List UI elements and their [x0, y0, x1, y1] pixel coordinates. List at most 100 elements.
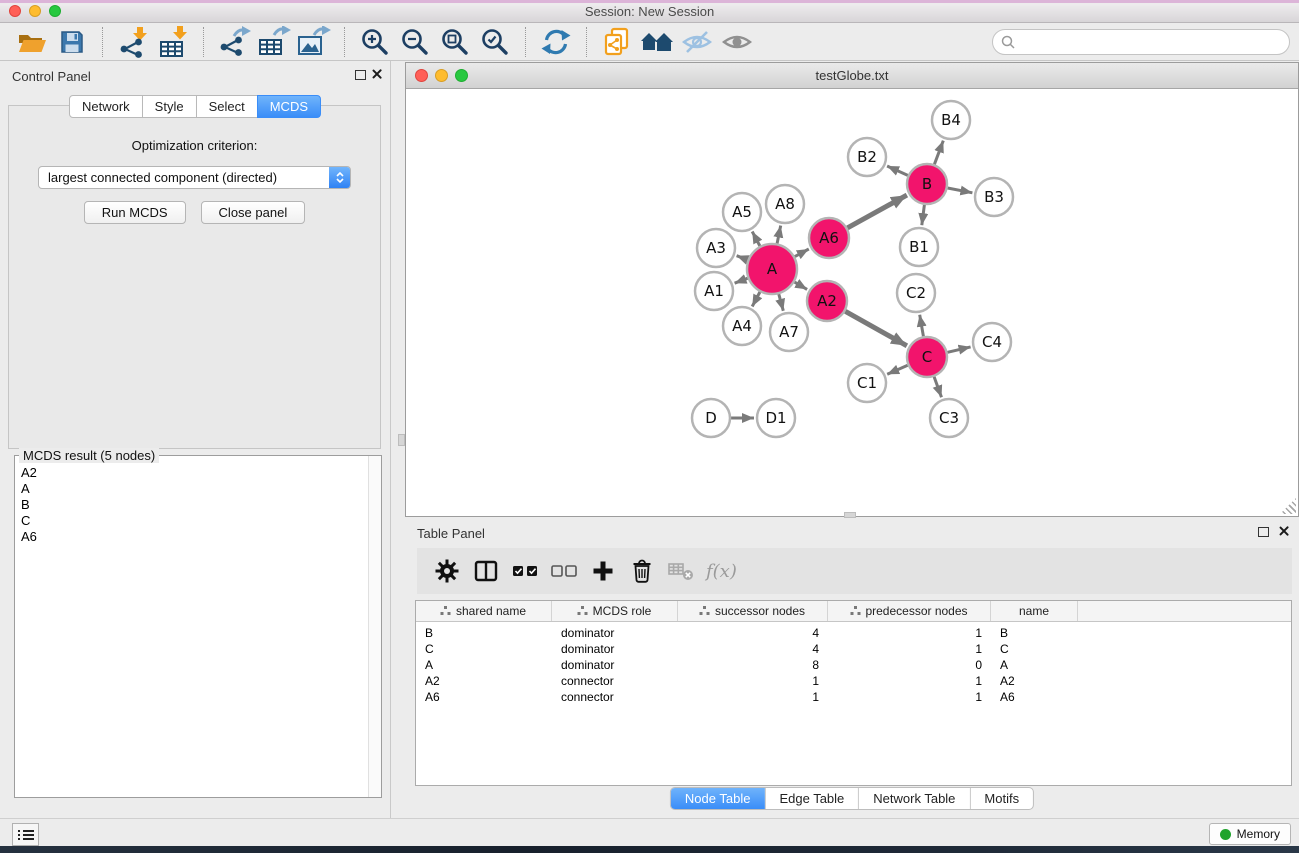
table-cell[interactable]: A2: [416, 673, 552, 689]
zoom-selected-icon[interactable]: [477, 25, 513, 59]
graph-node-C3[interactable]: C3: [930, 399, 968, 437]
graph-node-B2[interactable]: B2: [848, 138, 886, 176]
float-panel-icon[interactable]: [355, 70, 366, 80]
graph-node-C[interactable]: C: [907, 337, 947, 377]
table-cell[interactable]: 4: [678, 625, 828, 641]
zoom-fit-icon[interactable]: [437, 25, 473, 59]
table-cell[interactable]: 8: [678, 657, 828, 673]
graph-node-A7[interactable]: A7: [770, 313, 808, 351]
add-column-icon[interactable]: [583, 560, 622, 582]
mcds-result-item[interactable]: C: [21, 513, 381, 529]
result-scrollbar[interactable]: [368, 456, 381, 797]
graph-edge-A-A1[interactable]: [735, 278, 748, 283]
graph-edge-B-B4[interactable]: [934, 141, 943, 165]
deselect-all-icon[interactable]: [544, 565, 583, 577]
graph-node-A5[interactable]: A5: [723, 193, 761, 231]
graph-node-D[interactable]: D: [692, 399, 730, 437]
table-cell[interactable]: connector: [552, 673, 678, 689]
zoom-window-icon[interactable]: [49, 5, 61, 17]
column-header-shared-name[interactable]: shared name: [416, 601, 552, 621]
tab-style[interactable]: Style: [142, 95, 197, 118]
network-canvas[interactable]: B4B2BB3A8A5A6B1A3AA1C2A2A4A7C4CC1C3DD1: [406, 89, 1298, 516]
graph-edge-A-A6[interactable]: [795, 249, 809, 257]
mcds-result-item[interactable]: B: [21, 497, 381, 513]
show-columns-icon[interactable]: [466, 560, 505, 582]
graph-edge-A-A2[interactable]: [795, 282, 808, 289]
run-mcds-button[interactable]: Run MCDS: [84, 201, 186, 224]
import-table-icon[interactable]: [155, 25, 191, 59]
export-table-icon[interactable]: [256, 25, 292, 59]
table-cell[interactable]: 1: [828, 625, 991, 641]
column-header-successor-nodes[interactable]: successor nodes: [678, 601, 828, 621]
function-builder-icon[interactable]: f(x): [706, 561, 737, 582]
delete-table-icon[interactable]: [661, 561, 700, 581]
graph-node-A[interactable]: A: [747, 244, 797, 294]
network-zoom-icon[interactable]: [455, 69, 468, 82]
graph-edge-A6-B[interactable]: [847, 195, 907, 228]
graph-edge-A-A8[interactable]: [777, 226, 781, 244]
column-header-predecessor-nodes[interactable]: predecessor nodes: [828, 601, 991, 621]
graph-node-B4[interactable]: B4: [932, 101, 970, 139]
graph-edge-C-C2[interactable]: [920, 315, 924, 337]
tab-mcds[interactable]: MCDS: [257, 95, 321, 118]
network-files-icon[interactable]: [599, 25, 635, 59]
export-network-icon[interactable]: [216, 25, 252, 59]
graph-node-A3[interactable]: A3: [697, 229, 735, 267]
zoom-out-icon[interactable]: [397, 25, 433, 59]
tab-edge-table[interactable]: Edge Table: [764, 788, 858, 809]
network-minimize-icon[interactable]: [435, 69, 448, 82]
tab-select[interactable]: Select: [196, 95, 258, 118]
network-window-titlebar[interactable]: testGlobe.txt: [406, 63, 1298, 89]
graph-edge-B-B3[interactable]: [948, 188, 973, 193]
graph-node-A4[interactable]: A4: [723, 307, 761, 345]
graph-node-C1[interactable]: C1: [848, 364, 886, 402]
table-cell[interactable]: A6: [991, 689, 1078, 705]
graph-edge-C-C4[interactable]: [948, 347, 971, 352]
memory-button[interactable]: Memory: [1209, 823, 1291, 845]
close-panel-icon[interactable]: [371, 68, 382, 79]
task-history-button[interactable]: [12, 823, 39, 846]
tab-motifs[interactable]: Motifs: [969, 788, 1033, 809]
network-graph[interactable]: B4B2BB3A8A5A6B1A3AA1C2A2A4A7C4CC1C3DD1: [406, 89, 1298, 516]
table-cell[interactable]: dominator: [552, 641, 678, 657]
close-panel-icon[interactable]: [1278, 525, 1289, 536]
table-row[interactable]: Adominator80A: [416, 657, 1291, 673]
table-cell[interactable]: 1: [828, 641, 991, 657]
table-cell[interactable]: dominator: [552, 625, 678, 641]
graph-node-C4[interactable]: C4: [973, 323, 1011, 361]
tab-network[interactable]: Network: [69, 95, 143, 118]
graph-node-A8[interactable]: A8: [766, 185, 804, 223]
float-panel-icon[interactable]: [1258, 527, 1269, 537]
graph-edge-C-C3[interactable]: [934, 377, 941, 398]
tab-node-table[interactable]: Node Table: [671, 788, 765, 809]
table-cell[interactable]: 1: [828, 673, 991, 689]
graph-edge-A-A3[interactable]: [737, 256, 748, 260]
table-cell[interactable]: connector: [552, 689, 678, 705]
graph-edge-B-B2[interactable]: [887, 166, 908, 175]
select-all-icon[interactable]: [505, 565, 544, 577]
table-row[interactable]: Cdominator41C: [416, 641, 1291, 657]
save-session-icon[interactable]: [54, 25, 90, 59]
graph-node-D1[interactable]: D1: [757, 399, 795, 437]
delete-column-icon[interactable]: [622, 559, 661, 583]
graph-node-A6[interactable]: A6: [809, 218, 849, 258]
table-cell[interactable]: B: [416, 625, 552, 641]
criterion-select[interactable]: largest connected component (directed): [38, 166, 351, 189]
export-image-icon[interactable]: [296, 25, 332, 59]
splitter-handle-vertical[interactable]: [398, 434, 405, 446]
graph-node-B[interactable]: B: [907, 164, 947, 204]
table-cell[interactable]: 4: [678, 641, 828, 657]
show-graphics-details-icon[interactable]: [719, 25, 755, 59]
graph-node-C2[interactable]: C2: [897, 274, 935, 312]
graph-edge-B-B1[interactable]: [922, 205, 925, 225]
mcds-result-item[interactable]: A6: [21, 529, 381, 545]
graph-edge-A-A4[interactable]: [752, 292, 760, 307]
minimize-window-icon[interactable]: [29, 5, 41, 17]
column-header-name[interactable]: name: [991, 601, 1078, 621]
table-cell[interactable]: A: [991, 657, 1078, 673]
table-cell[interactable]: A: [416, 657, 552, 673]
network-close-icon[interactable]: [415, 69, 428, 82]
table-row[interactable]: Bdominator41B: [416, 625, 1291, 641]
table-cell[interactable]: A2: [991, 673, 1078, 689]
tab-network-table[interactable]: Network Table: [858, 788, 969, 809]
